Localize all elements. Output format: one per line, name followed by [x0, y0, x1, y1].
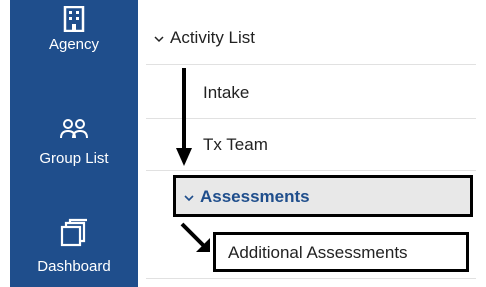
sidebar-item-group-list[interactable]: Group List [10, 118, 138, 167]
tree-item-tx-team[interactable]: Tx Team [203, 135, 268, 155]
sidebar-item-agency[interactable]: Agency [10, 5, 138, 53]
group-icon [10, 118, 138, 144]
sidebar-item-label: Dashboard [37, 258, 111, 275]
tree-item-assessments[interactable]: Assessments [173, 175, 473, 217]
tree-item-activity-list[interactable]: Activity List [154, 28, 255, 48]
activity-tree-panel: Activity List Intake Tx Team Assessments… [146, 0, 486, 287]
tree-item-additional-assessments[interactable]: Additional Assessments [213, 232, 469, 272]
diagonal-arrow-icon [180, 222, 210, 252]
sidebar-item-label: Agency [48, 36, 100, 53]
tree-item-label: Activity List [170, 28, 256, 47]
down-arrow-icon [176, 68, 192, 166]
dashboard-icon [10, 218, 138, 252]
tree-item-label: Additional Assessments [228, 243, 408, 262]
tree-item-label: Intake [203, 83, 250, 102]
divider [146, 278, 476, 279]
tree-item-intake[interactable]: Intake [203, 83, 249, 103]
sidebar: Agency Group List Dashboard [10, 0, 138, 287]
divider [146, 170, 476, 171]
sidebar-item-dashboard[interactable]: Dashboard [10, 218, 138, 275]
chevron-down-icon [154, 28, 166, 48]
divider [146, 118, 476, 119]
tree-item-label: Assessments [200, 187, 310, 206]
building-icon [10, 5, 138, 36]
chevron-down-icon [184, 187, 196, 207]
divider [146, 64, 476, 65]
tree-item-label: Tx Team [203, 135, 268, 154]
sidebar-item-label: Group List [39, 150, 109, 167]
